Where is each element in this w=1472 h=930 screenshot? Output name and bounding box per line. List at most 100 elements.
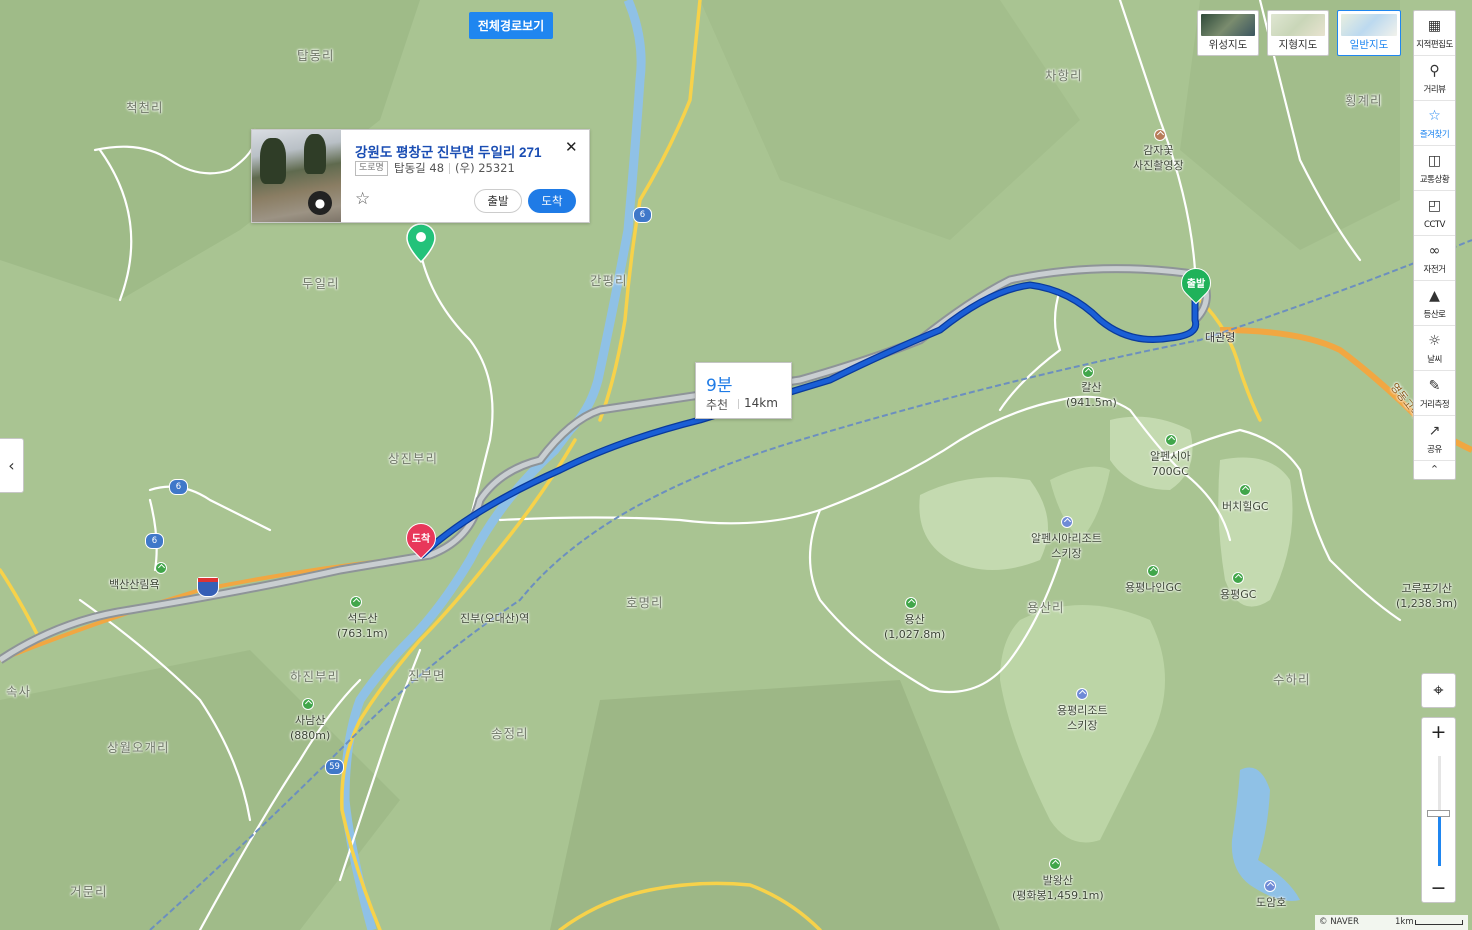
place-label: 호명리 <box>626 595 664 610</box>
toolbar-label: CCTV <box>1424 220 1445 230</box>
copyright-bar: © NAVER 1km <box>1315 915 1468 930</box>
route-duration: 9분 <box>706 376 733 396</box>
place-label: 수하리 <box>1273 672 1311 687</box>
crosshair-icon: ⌖ <box>1433 680 1444 701</box>
destination-pin-icon[interactable] <box>406 223 436 263</box>
start-marker[interactable]: 출발 <box>1174 261 1218 308</box>
golf-icon <box>1239 484 1251 496</box>
mountain-icon <box>1082 366 1094 378</box>
toolbar-cadastral-button[interactable]: ▦ 지적편집도 <box>1414 11 1455 56</box>
poi-label[interactable]: 감자꽃 사진촬영장 <box>1133 143 1184 173</box>
road-number-badge: 6 <box>633 207 652 223</box>
zoom-out-button[interactable]: − <box>1422 874 1455 902</box>
place-label: 하진부리 <box>290 669 341 684</box>
postal-code: (우) 25321 <box>455 161 515 175</box>
mountain-icon <box>1049 858 1061 870</box>
poi-label[interactable]: 고루포기산 (1,238.3m) <box>1396 581 1457 611</box>
toolbar-label: 즐겨찾기 <box>1419 130 1450 140</box>
satellite-thumbnail <box>1201 14 1255 36</box>
poi-label[interactable]: 칼산 (941.5m) <box>1066 380 1117 410</box>
toolbar-weather-button[interactable]: ☼ 날씨 <box>1414 326 1455 371</box>
view-full-route-button[interactable]: 전체경로보기 <box>469 12 553 39</box>
toolbar-traffic-button[interactable]: ◫ 교통상황 <box>1414 146 1455 191</box>
toolbar-favorites-button[interactable]: ☆ 즐겨찾기 <box>1414 101 1455 146</box>
station-label[interactable]: 진부(오대산)역 <box>460 611 529 626</box>
place-title[interactable]: 강원도 평창군 진부면 두일리 271 <box>355 141 542 161</box>
place-label: 진부면 <box>408 668 446 683</box>
toolbar-label: 거리측정 <box>1419 400 1450 410</box>
map-toolbar: ▦ 지적편집도 ⚲ 거리뷰 ☆ 즐겨찾기 ◫ 교통상황 ◰ CCTV ∞ 자전거 ▲ 등산로 … <box>1413 10 1456 480</box>
toolbar-cctv-button[interactable]: ◰ CCTV <box>1414 191 1455 236</box>
map-canvas[interactable] <box>0 0 1472 930</box>
road-name-tag: 도로명 <box>355 161 388 176</box>
road-number-badge: 6 <box>145 533 164 549</box>
toolbar-label: 공유 <box>1427 445 1442 455</box>
copyright-text: © NAVER <box>1319 917 1359 927</box>
zoom-control: + − <box>1421 717 1456 903</box>
golf-icon <box>1165 434 1177 446</box>
end-marker[interactable]: 도착 <box>399 516 443 563</box>
cctv-icon: ◰ <box>1427 198 1442 214</box>
panel-toggle-button[interactable]: ‹ <box>0 438 24 493</box>
end-marker-label: 도착 <box>411 534 431 545</box>
map-type-label: 일반지도 <box>1349 39 1389 51</box>
zoom-in-button[interactable]: + <box>1422 718 1455 746</box>
route-summary-box[interactable]: 9분 추천 14km <box>695 362 792 419</box>
map-type-satellite[interactable]: 위성지도 <box>1197 10 1259 56</box>
poi-label[interactable]: 석두산 (763.1m) <box>337 611 388 641</box>
map-type-label: 지형지도 <box>1278 39 1318 51</box>
place-label: 거문리 <box>70 884 108 899</box>
toolbar-label: 거리뷰 <box>1423 85 1446 95</box>
poi-label[interactable]: 도암호 <box>1256 895 1286 910</box>
toolbar-street-view-button[interactable]: ⚲ 거리뷰 <box>1414 56 1455 101</box>
zoom-slider-handle[interactable] <box>1427 810 1450 817</box>
poi-label[interactable]: 발왕산 (평화봉1,459.1m) <box>1012 873 1104 903</box>
poi-label[interactable]: 버치힐GC <box>1222 499 1269 514</box>
golf-icon <box>1232 572 1244 584</box>
toolbar-label: 날씨 <box>1427 355 1442 365</box>
road-number-badge: 59 <box>325 759 344 775</box>
toolbar-label: 자전거 <box>1423 265 1446 275</box>
toolbar-collapse-button[interactable]: ⌃ <box>1414 461 1455 479</box>
place-label: 상진부리 <box>388 451 439 466</box>
street-view-icon: ⚲ <box>1429 63 1440 79</box>
poi-label[interactable]: 알펜시아 700GC <box>1150 449 1190 479</box>
set-start-button[interactable]: 출발 <box>474 189 522 213</box>
mountain-icon <box>905 597 917 609</box>
place-label: 속사 <box>6 684 32 699</box>
share-icon: ↗ <box>1428 423 1441 439</box>
poi-label[interactable]: 알펜시아리조트 스키장 <box>1031 531 1102 561</box>
toolbar-hiking-button[interactable]: ▲ 등산로 <box>1414 281 1455 326</box>
map-type-terrain[interactable]: 지형지도 <box>1267 10 1329 56</box>
chevron-left-icon: ‹ <box>8 456 15 475</box>
poi-label[interactable]: 사남산 (880m) <box>290 713 330 743</box>
place-photo[interactable]: ● <box>252 130 341 222</box>
favorite-star-icon[interactable]: ☆ <box>355 189 370 209</box>
toolbar-label: 지적편집도 <box>1416 40 1453 50</box>
ski-icon <box>1061 516 1073 528</box>
map-type-normal[interactable]: 일반지도 <box>1337 10 1401 56</box>
toolbar-share-button[interactable]: ↗ 공유 <box>1414 416 1455 461</box>
poi-label[interactable]: 용평나인GC <box>1125 580 1182 595</box>
poi-label[interactable]: 용평리조트 스키장 <box>1057 703 1108 733</box>
set-arrival-button[interactable]: 도착 <box>528 189 576 213</box>
route-type: 추천 <box>706 398 729 412</box>
lake-icon <box>1264 880 1276 892</box>
weather-icon: ☼ <box>1428 333 1441 349</box>
mountain-icon <box>302 698 314 710</box>
place-label: 두일리 <box>302 276 340 291</box>
poi-label[interactable]: 용산 (1,027.8m) <box>884 612 945 642</box>
toolbar-bicycle-button[interactable]: ∞ 자전거 <box>1414 236 1455 281</box>
route-distance: 14km <box>744 396 778 410</box>
toolbar-label: 교통상황 <box>1419 175 1450 185</box>
location-pin-icon: ● <box>308 191 332 215</box>
golf-icon <box>1147 565 1159 577</box>
toolbar-measure-button[interactable]: ✎ 거리측정 <box>1414 371 1455 416</box>
toolbar-label: 등산로 <box>1423 310 1446 320</box>
my-location-button[interactable]: ⌖ <box>1421 673 1456 708</box>
ruler-icon: ✎ <box>1428 378 1441 394</box>
terrain-thumbnail <box>1271 14 1325 36</box>
poi-label[interactable]: 백산산림욕 <box>109 577 160 592</box>
close-icon[interactable]: ✕ <box>565 138 578 156</box>
poi-label[interactable]: 용평GC <box>1220 587 1256 602</box>
